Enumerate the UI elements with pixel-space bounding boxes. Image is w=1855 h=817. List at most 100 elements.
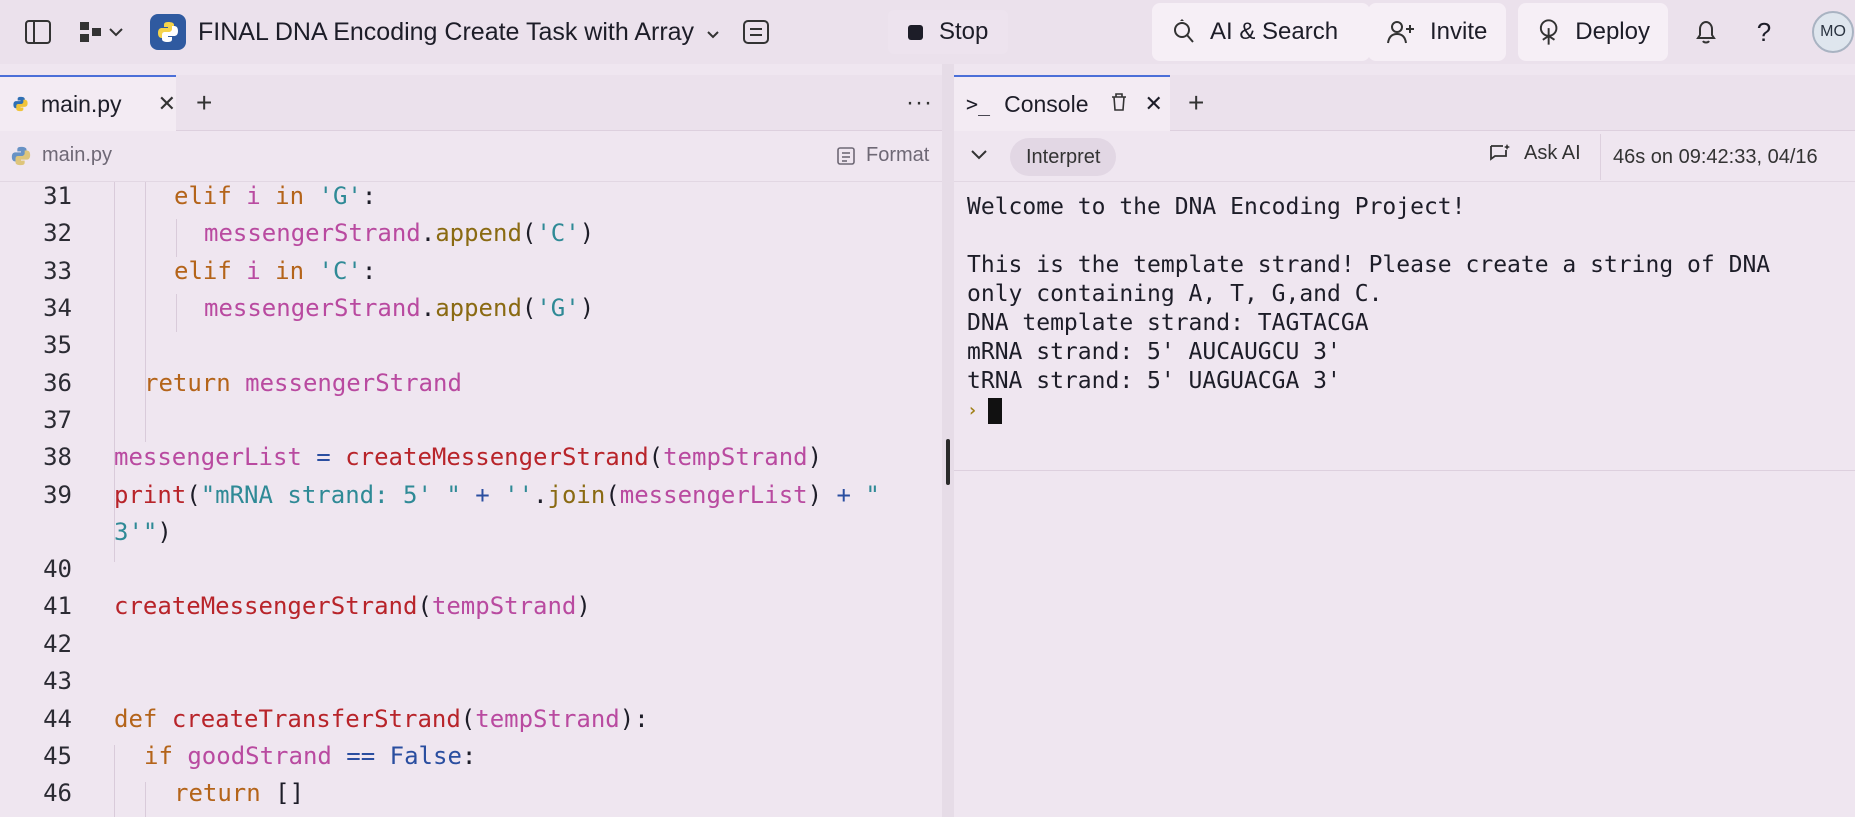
console-pane: >_ Console ✕ + Interpret Ask AI 46s on 0… xyxy=(954,75,1855,817)
add-tab-button[interactable]: + xyxy=(196,75,212,131)
top-bar: FINAL DNA Encoding Create Task with Arra… xyxy=(0,0,1855,64)
project-tree-menu-icon[interactable] xyxy=(76,12,132,52)
code-line-wrapped: 3'") xyxy=(114,518,172,546)
python-file-icon xyxy=(11,146,31,165)
stop-button[interactable]: Stop xyxy=(888,10,1009,54)
interpret-label: Interpret xyxy=(1026,145,1101,168)
code-line: createMessengerStrand(tempStrand) xyxy=(114,592,591,620)
line-number: 34 xyxy=(43,294,72,322)
prompt-chevron-icon: › xyxy=(967,400,978,421)
code-line: messengerList = createMessengerStrand(te… xyxy=(114,443,823,471)
close-tab-icon[interactable]: ✕ xyxy=(1144,91,1162,117)
chevron-down-icon[interactable] xyxy=(970,144,988,167)
line-number: 45 xyxy=(43,742,72,770)
resize-grip[interactable] xyxy=(946,439,950,485)
format-label: Format xyxy=(866,144,930,166)
pane-resize-handle[interactable] xyxy=(942,64,954,817)
run-status: 46s on 09:42:33, 04/16 xyxy=(1600,134,1818,180)
indent-guide xyxy=(145,182,146,442)
add-tab-button[interactable]: + xyxy=(1188,75,1204,131)
code-line: messengerStrand.append('G') xyxy=(204,294,595,322)
console-toolbar: Interpret Ask AI 46s on 09:42:33, 04/16 xyxy=(954,132,1855,182)
console-output-line: DNA template strand: TAGTACGA xyxy=(967,310,1369,336)
line-number: 40 xyxy=(43,555,72,583)
line-number: 46 xyxy=(43,779,72,807)
clear-console-icon[interactable] xyxy=(1110,91,1128,118)
tab-console[interactable]: >_ Console ✕ xyxy=(954,75,1170,131)
indent-guide xyxy=(145,782,146,817)
python-logo-icon xyxy=(150,14,186,50)
line-number: 31 xyxy=(43,182,72,210)
breadcrumb-file[interactable]: main.py xyxy=(42,144,112,167)
format-icon xyxy=(837,146,855,165)
line-number: 38 xyxy=(43,443,72,471)
repl-title-dropdown[interactable]: FINAL DNA Encoding Create Task with Arra… xyxy=(150,12,720,52)
tab-main-py[interactable]: main.py ✕ xyxy=(0,75,176,131)
more-options-icon[interactable]: ··· xyxy=(906,75,933,131)
console-output-line: This is the template strand! Please crea… xyxy=(967,252,1771,278)
invite-button[interactable]: Invite xyxy=(1368,3,1506,61)
help-icon[interactable]: ? xyxy=(1744,12,1784,52)
ask-ai-icon xyxy=(1490,143,1510,161)
add-user-icon xyxy=(1387,21,1414,44)
deploy-label: Deploy xyxy=(1575,18,1650,45)
line-number: 32 xyxy=(43,219,72,247)
indent-guide xyxy=(176,294,177,332)
console-input-prompt[interactable]: › xyxy=(967,396,1847,425)
console-output-line: mRNA strand: 5' AUCAUGCU 3' xyxy=(967,339,1341,365)
close-tab-icon[interactable]: ✕ xyxy=(158,91,176,117)
line-number: 37 xyxy=(43,406,72,434)
console-tab-bar: >_ Console ✕ + xyxy=(954,75,1855,131)
repl-title-text: FINAL DNA Encoding Create Task with Arra… xyxy=(198,17,695,46)
console-output-line: only containing A, T, G,and C. xyxy=(967,281,1383,307)
tab-main-label: main.py xyxy=(41,90,122,117)
code-line: return [] xyxy=(174,779,305,807)
avatar-initials: MO xyxy=(1820,23,1846,40)
code-line: def createTransferStrand(tempStrand): xyxy=(114,705,649,733)
run-info-text: 46s on 09:42:33, 04/16 xyxy=(1613,145,1818,168)
ai-search-icon xyxy=(1174,19,1194,43)
invite-label: Invite xyxy=(1430,18,1488,45)
code-editor[interactable]: 31 32 33 34 35 36 37 38 39 40 41 42 43 4… xyxy=(0,182,942,817)
code-line: messengerStrand.append('C') xyxy=(204,219,595,247)
ask-ai-label: Ask AI xyxy=(1524,142,1581,164)
line-number: 39 xyxy=(43,481,72,509)
breadcrumb: main.py xyxy=(10,144,112,167)
code-line: if goodStrand == False: xyxy=(144,742,477,770)
line-number: 43 xyxy=(43,667,72,695)
code-line: print("mRNA strand: 5' " + ''.join(messe… xyxy=(114,481,880,509)
notifications-bell-icon[interactable] xyxy=(1686,12,1726,52)
line-number: 41 xyxy=(43,592,72,620)
ai-search-label: AI & Search xyxy=(1210,18,1339,45)
format-button[interactable]: Format xyxy=(836,144,929,167)
terminal-icon: >_ xyxy=(966,92,991,116)
editor-tab-bar: main.py ✕ + ··· xyxy=(0,75,942,131)
deploy-button[interactable]: Deploy xyxy=(1518,3,1668,61)
python-file-icon xyxy=(13,96,28,112)
line-number: 44 xyxy=(43,705,72,733)
divider xyxy=(954,470,1855,471)
chevron-down-icon xyxy=(706,18,720,47)
editor-pane: main.py ✕ + ··· main.py Format 31 32 33 … xyxy=(0,75,942,817)
line-number: 36 xyxy=(43,369,72,397)
editor-toolbar: main.py Format xyxy=(0,132,942,182)
console-output-line: tRNA strand: 5' UAGUACGA 3' xyxy=(967,368,1341,394)
code-line: return messengerStrand xyxy=(144,369,462,397)
ask-ai-button[interactable]: Ask AI xyxy=(1488,142,1581,165)
repl-info-icon[interactable] xyxy=(736,12,776,52)
text-cursor xyxy=(987,397,1002,424)
sidebar-toggle-icon[interactable] xyxy=(18,12,58,52)
ai-search-button[interactable]: AI & Search xyxy=(1152,3,1370,61)
avatar[interactable]: MO xyxy=(1812,11,1854,53)
line-number: 33 xyxy=(43,257,72,285)
line-number: 35 xyxy=(43,331,72,359)
tab-console-label: Console xyxy=(1004,90,1089,117)
stop-icon xyxy=(908,24,923,40)
console-output[interactable]: Welcome to the DNA Encoding Project! Thi… xyxy=(967,193,1847,425)
deploy-icon xyxy=(1539,19,1558,45)
stop-label: Stop xyxy=(939,18,989,45)
interpret-button[interactable]: Interpret xyxy=(1010,138,1117,176)
line-number: 42 xyxy=(43,630,72,658)
indent-guide xyxy=(114,745,115,817)
